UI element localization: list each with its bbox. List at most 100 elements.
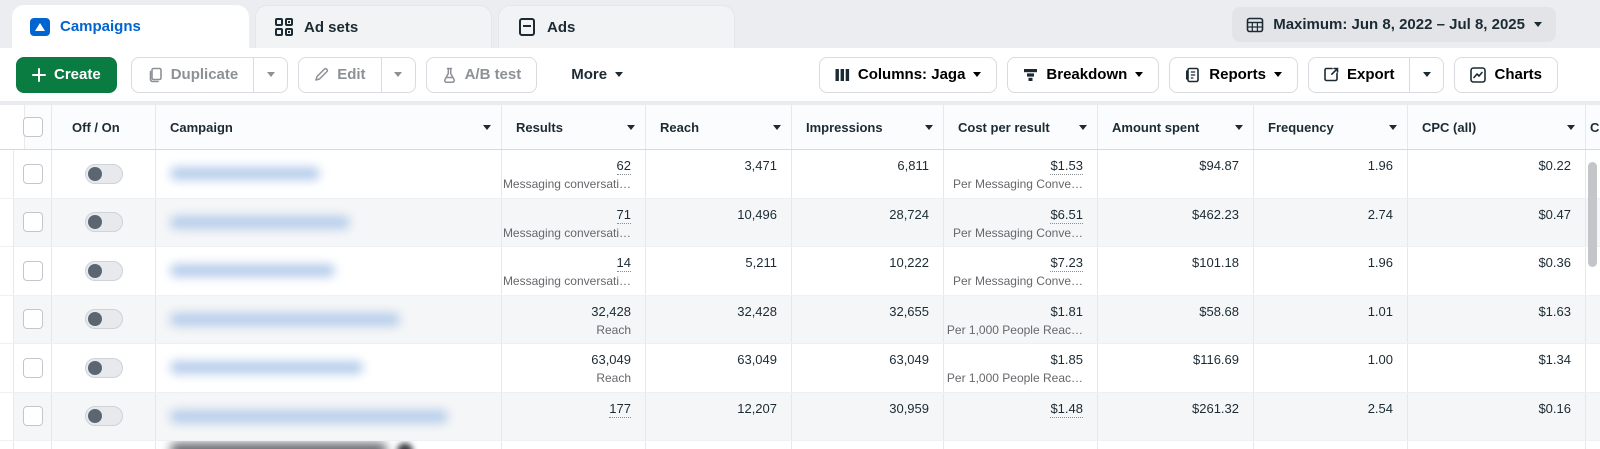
breakdown-icon	[1023, 68, 1038, 82]
impressions-cell: 32,655	[792, 295, 944, 343]
chevron-down-icon	[973, 72, 982, 77]
ab-test-button[interactable]: A/B test	[425, 56, 538, 93]
campaign-name-cell[interactable]	[156, 295, 502, 343]
results-cell: 14 Messaging conversati…	[502, 247, 646, 295]
campaign-toggle[interactable]	[84, 260, 123, 281]
row-toggle-cell	[52, 198, 156, 246]
chevron-down-icon	[1135, 72, 1144, 77]
row-checkbox[interactable]	[22, 357, 43, 378]
export-button[interactable]: Export	[1307, 56, 1411, 93]
column-menu-caret-icon[interactable]	[483, 124, 491, 130]
campaign-name-cell[interactable]	[156, 150, 502, 198]
campaign-toggle[interactable]	[84, 309, 123, 330]
vertical-scrollbar[interactable]	[1588, 162, 1597, 267]
amount-spent-cell: $462.23	[1098, 198, 1254, 246]
table-row: 71 Messaging conversati… 10,496 28,724 $6…	[0, 198, 1600, 247]
charts-button[interactable]: Charts	[1454, 56, 1558, 93]
row-checkbox-cell	[14, 344, 52, 392]
export-dropdown-button[interactable]	[1410, 56, 1445, 93]
amount-spent-value: $58.68	[1199, 303, 1239, 319]
select-all-checkbox[interactable]	[22, 117, 43, 137]
amount-spent-cell: $58.68	[1098, 295, 1254, 343]
campaign-toggle[interactable]	[84, 163, 123, 184]
campaigns-table: Off / On Campaign Results Reach Impressi…	[0, 105, 1600, 449]
tab-campaigns[interactable]: Campaigns	[12, 5, 249, 48]
date-range-selector[interactable]: Maximum: Jun 8, 2022 – Jul 8, 2025	[1232, 7, 1556, 42]
columns-button[interactable]: Columns: Jaga	[818, 56, 998, 93]
column-menu-caret-icon[interactable]	[627, 124, 635, 130]
frequency-cell: 1.96	[1254, 150, 1408, 198]
impressions-value: 30,959	[889, 400, 929, 416]
results-cell: 177	[502, 392, 646, 440]
header-frequency[interactable]: Frequency	[1254, 105, 1408, 149]
row-toggle-cell	[52, 295, 156, 343]
campaign-name-cell[interactable]	[156, 344, 502, 392]
row-checkbox-cell	[14, 198, 52, 246]
frequency-cell: 2.54	[1254, 392, 1408, 440]
column-menu-caret-icon[interactable]	[1389, 124, 1397, 130]
breakdown-button[interactable]: Breakdown	[1007, 56, 1160, 93]
campaign-name-cell[interactable]	[156, 247, 502, 295]
breakdown-button-label: Breakdown	[1046, 66, 1128, 83]
row-checkbox[interactable]	[22, 309, 43, 330]
header-reach[interactable]: Reach	[646, 105, 792, 149]
reports-button[interactable]: Reports	[1169, 56, 1298, 93]
header-amount-spent[interactable]: Amount spent	[1098, 105, 1254, 149]
cpc-cell: $1.34	[1408, 344, 1586, 392]
campaign-name-cell[interactable]	[156, 441, 502, 449]
table-row: 62 Messaging conversati… 3,471 6,811 $1.5…	[0, 150, 1600, 199]
column-menu-caret-icon[interactable]	[1079, 124, 1087, 130]
header-off-on: Off / On	[52, 105, 156, 149]
column-menu-caret-icon[interactable]	[925, 124, 933, 130]
impressions-value: 6,811	[897, 158, 929, 173]
amount-spent-cell: $261.32	[1098, 392, 1254, 440]
create-button[interactable]: Create	[16, 56, 117, 93]
row-gutter	[0, 247, 14, 295]
column-menu-caret-icon[interactable]	[1235, 124, 1243, 130]
cost-per-result-cell: $6.51 Per Messaging Conve…	[944, 198, 1098, 246]
duplicate-dropdown-button[interactable]	[254, 56, 289, 93]
cpc-cell: $0.36	[1408, 247, 1586, 295]
header-impressions[interactable]: Impressions	[792, 105, 944, 149]
header-cpc[interactable]: CPC (all)	[1408, 105, 1586, 149]
cpc-value: $0.36	[1538, 255, 1571, 270]
row-checkbox[interactable]	[22, 260, 43, 281]
header-cost-per-result[interactable]: Cost per result	[944, 105, 1098, 149]
results-value: 177	[609, 400, 631, 418]
results-value: 71	[616, 206, 631, 224]
flask-icon	[442, 67, 457, 83]
edit-dropdown-button[interactable]	[381, 56, 416, 93]
campaign-toggle[interactable]	[84, 357, 123, 378]
header-campaign[interactable]: Campaign	[156, 105, 502, 149]
results-cell: 71 Messaging conversati…	[502, 198, 646, 246]
row-checkbox[interactable]	[22, 406, 43, 427]
row-gutter	[0, 150, 14, 198]
tab-ad-sets[interactable]: Ad sets	[255, 5, 492, 48]
header-results[interactable]: Results	[502, 105, 646, 149]
campaign-toggle[interactable]	[84, 406, 123, 427]
column-menu-caret-icon[interactable]	[1567, 124, 1575, 130]
campaign-name-cell[interactable]	[156, 198, 502, 246]
tab-ads[interactable]: Ads	[498, 5, 735, 48]
header-reach-label: Reach	[660, 119, 700, 135]
row-checkbox-cell	[14, 295, 52, 343]
reach-value: 5,211	[745, 255, 777, 270]
results-cell: 62 Messaging conversati…	[502, 150, 646, 198]
row-checkbox[interactable]	[22, 163, 43, 184]
impressions-value: 10,222	[889, 255, 929, 270]
edit-button[interactable]: Edit	[298, 56, 382, 93]
campaign-name-cell[interactable]	[156, 392, 502, 440]
more-button[interactable]: More	[561, 56, 634, 93]
campaign-toggle[interactable]	[84, 212, 123, 233]
reach-value: 32,428	[737, 303, 777, 319]
tab-campaigns-label: Campaigns	[60, 18, 141, 35]
row-checkbox[interactable]	[22, 212, 43, 233]
duplicate-button[interactable]: Duplicate	[130, 56, 255, 93]
amount-spent-cell: $116.69	[1098, 344, 1254, 392]
column-menu-caret-icon[interactable]	[773, 124, 781, 130]
impressions-value: 28,724	[889, 206, 929, 222]
plus-icon	[32, 67, 46, 82]
results-cell: 32,428 Reach	[502, 295, 646, 343]
cost-value: $1.85	[1050, 352, 1083, 367]
impressions-value: 32,655	[889, 303, 929, 319]
